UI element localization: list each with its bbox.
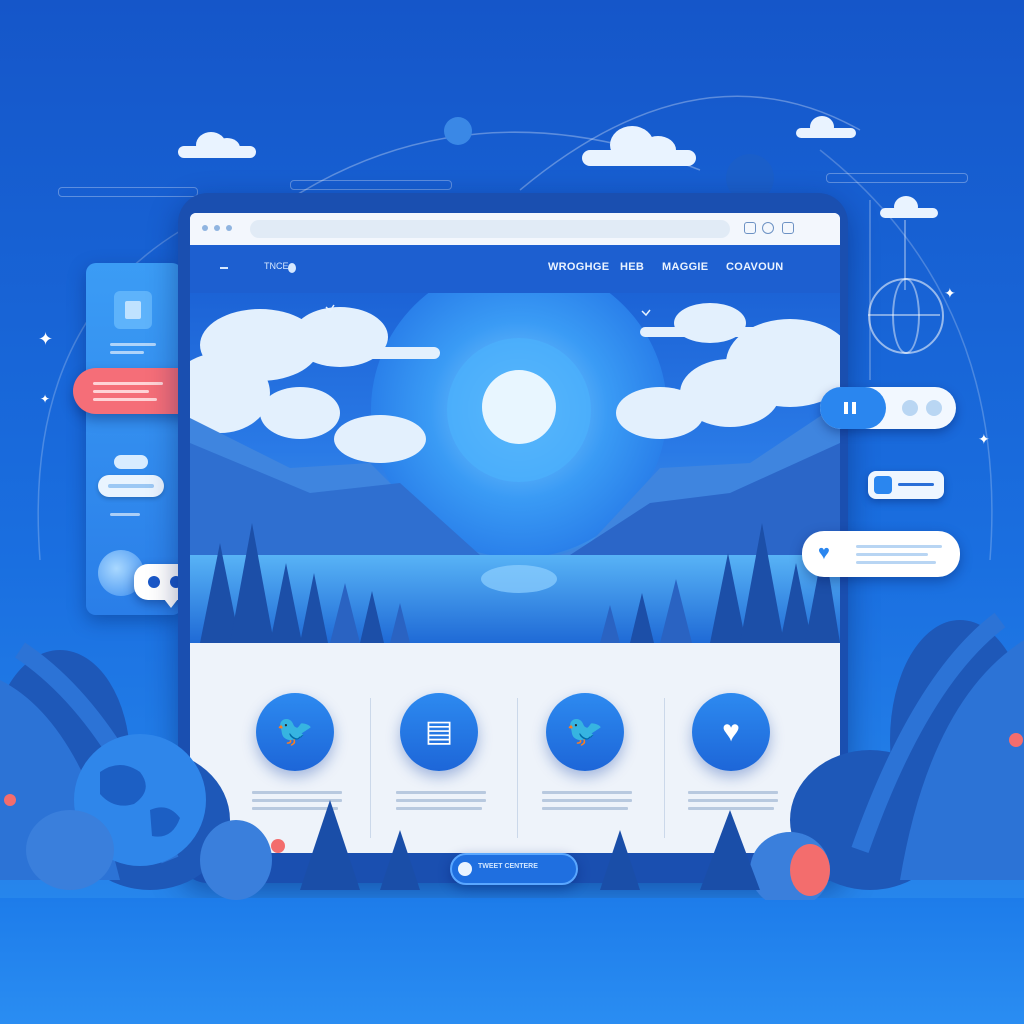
text-line bbox=[93, 390, 149, 393]
cloud bbox=[178, 128, 256, 160]
address-bar[interactable] bbox=[250, 220, 730, 238]
text-line bbox=[856, 545, 942, 548]
site-navbar: TNCE WROGHGE HEB MAGGIE COAVOUN bbox=[190, 245, 840, 293]
pause-button[interactable] bbox=[820, 387, 886, 429]
bookmark-icon[interactable] bbox=[744, 222, 756, 234]
input-pill[interactable] bbox=[98, 475, 164, 497]
text-line bbox=[110, 351, 144, 354]
nav-link[interactable]: WROGHGE bbox=[548, 261, 609, 273]
option-dot[interactable] bbox=[902, 400, 918, 416]
logo-mark bbox=[220, 267, 228, 269]
site-logo[interactable]: TNCE bbox=[264, 261, 289, 271]
sparkle-icon: ✦ bbox=[38, 329, 54, 349]
text-line bbox=[93, 382, 163, 385]
text-line bbox=[856, 553, 928, 556]
user-icon bbox=[874, 476, 892, 494]
cta-label: TWEET CENTERE bbox=[478, 863, 538, 870]
window-dot bbox=[226, 225, 232, 231]
toggle-pill[interactable] bbox=[114, 455, 148, 469]
window-dot bbox=[214, 225, 220, 231]
image-tile-icon[interactable] bbox=[114, 291, 152, 329]
cloud bbox=[880, 196, 938, 220]
nav-link[interactable]: MAGGIE bbox=[662, 261, 708, 273]
cta-button[interactable]: TWEET CENTERE bbox=[450, 853, 578, 885]
deco-bar bbox=[826, 173, 968, 183]
text-line bbox=[898, 483, 934, 486]
logo-icon bbox=[288, 263, 296, 273]
deco-bar bbox=[58, 187, 198, 197]
text-line bbox=[110, 513, 140, 516]
deco-bar bbox=[290, 180, 452, 190]
cloud bbox=[796, 116, 856, 140]
ground bbox=[0, 898, 1024, 1024]
sparkle-icon: ✦ bbox=[944, 285, 956, 301]
user-chip[interactable] bbox=[868, 471, 944, 499]
globe-wire-icon bbox=[868, 278, 944, 354]
text-line bbox=[93, 398, 157, 401]
refresh-icon[interactable] bbox=[762, 222, 774, 234]
toggle-knob bbox=[458, 862, 472, 876]
text-line bbox=[110, 343, 156, 346]
foliage bbox=[0, 612, 1024, 900]
cloud bbox=[582, 124, 696, 168]
nav-link[interactable]: COAVOUN bbox=[726, 261, 784, 273]
menu-icon[interactable] bbox=[782, 222, 794, 234]
browser-toolbar bbox=[190, 213, 840, 245]
option-dot[interactable] bbox=[926, 400, 942, 416]
window-dot bbox=[202, 225, 208, 231]
sparkle-icon: ✦ bbox=[40, 392, 51, 406]
nav-link[interactable]: HEB bbox=[620, 261, 644, 273]
sparkle-icon: ✦ bbox=[978, 431, 990, 447]
media-control-pill[interactable] bbox=[820, 387, 956, 429]
